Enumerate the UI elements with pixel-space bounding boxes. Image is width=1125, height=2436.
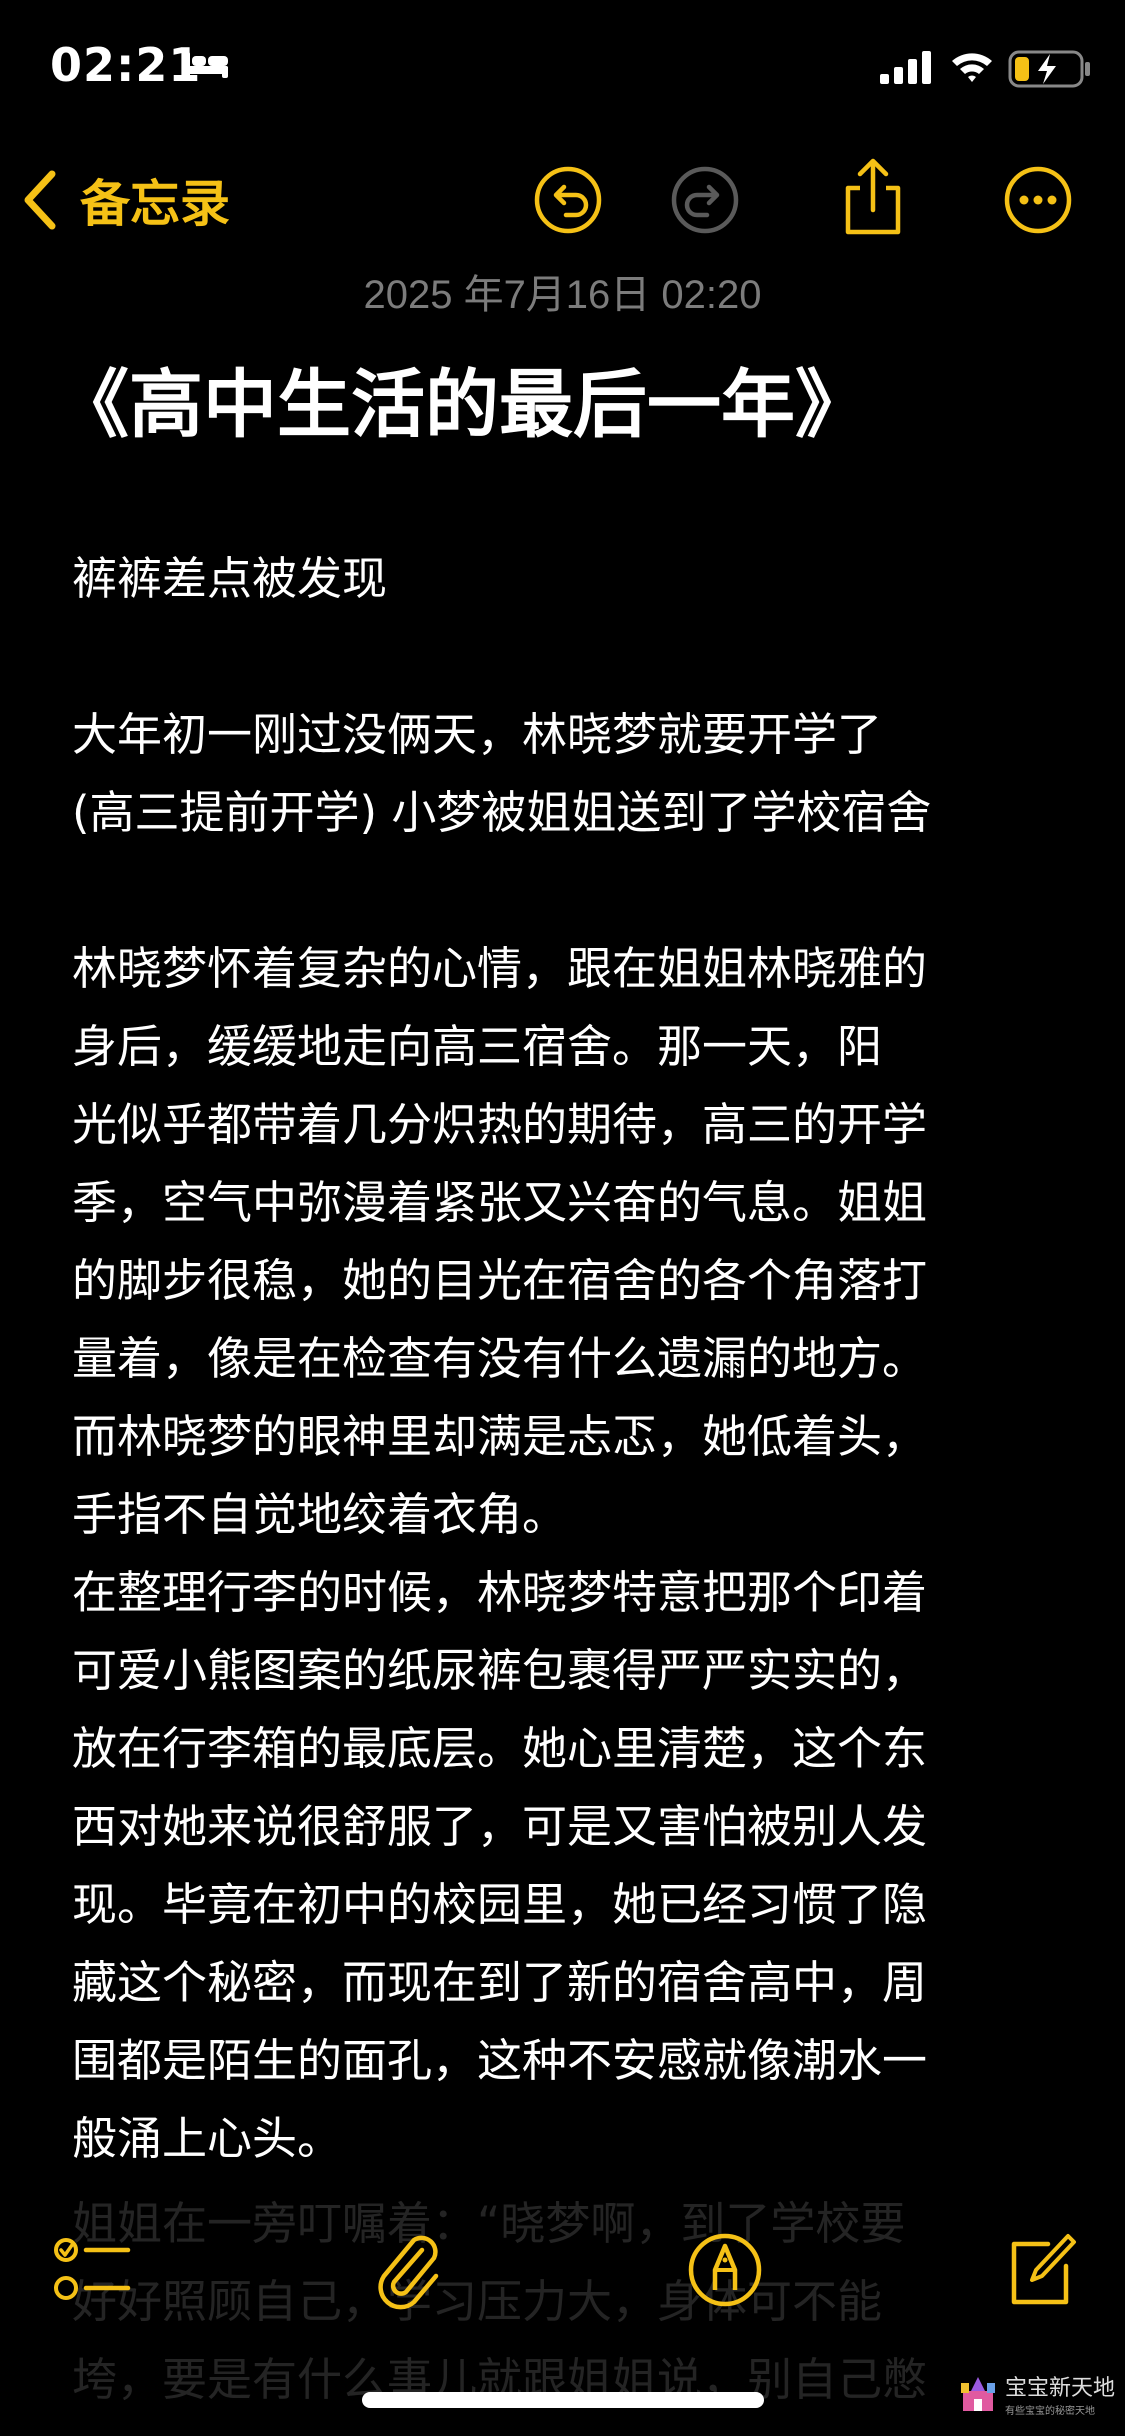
note-body[interactable]: 裤裤差点被发现 大年初一刚过没俩天，林晓梦就要开学了 (高三提前开学) 小梦被姐… <box>72 540 1082 2178</box>
note-title[interactable]: 《高中生活的最后一年》 <box>55 345 869 452</box>
bottom-toolbar <box>0 2220 1125 2340</box>
chevron-left-icon <box>24 170 56 230</box>
note-line: 量着，像是在检查有没有什么遗漏的地方。 <box>72 1332 928 1385</box>
battery-charging-icon <box>1008 50 1090 88</box>
wifi-icon <box>952 53 992 82</box>
note-line: 围都是陌生的面孔，这种不安感就像潮水一 <box>72 2034 928 2087</box>
note-date: 2025 年7月16日 02:20 <box>363 273 762 317</box>
note-line: 可爱小熊图案的纸尿裤包裹得严严实实的， <box>72 1644 928 1697</box>
bed-icon <box>182 52 228 78</box>
note-line: 林晓梦怀着复杂的心情，跟在姐姐林晓雅的 <box>72 942 928 995</box>
note-line: 身后，缓缓地走向高三宿舍。那一天，阳 <box>72 1020 883 1073</box>
note-line: (高三提前开学) 小梦被姐姐送到了学校宿舍 <box>72 786 932 839</box>
note-line: 而林晓梦的眼神里却满是忐忑，她低着头， <box>72 1410 928 1463</box>
markup-pen-icon[interactable] <box>685 2230 765 2310</box>
note-line: 的脚步很稳，她的目光在宿舍的各个角落打 <box>72 1254 928 1307</box>
note-line: 放在行李箱的最底层。她心里清楚，这个东 <box>72 1722 928 1775</box>
paperclip-icon[interactable] <box>370 2230 450 2310</box>
back-button[interactable]: 备忘录 <box>20 160 230 240</box>
note-line: 大年初一刚过没俩天，林晓梦就要开学了 <box>72 708 883 761</box>
share-icon[interactable] <box>838 158 908 236</box>
note-line: 般涌上心头。 <box>72 2112 343 2165</box>
nav-bar: 备忘录 <box>0 150 1125 250</box>
note-line: 裤裤差点被发现 <box>72 552 388 605</box>
note-line: 季，空气中弥漫着紧张又兴奋的气息。姐姐 <box>72 1176 928 1229</box>
watermark-subtext: 有些宝宝的秘密天地 <box>1004 2406 1095 2417</box>
back-label: 备忘录 <box>80 175 230 233</box>
note-line: 西对她来说很舒服了，可是又害怕被别人发 <box>72 1800 928 1853</box>
status-time: 02:21 <box>50 38 202 92</box>
undo-icon[interactable] <box>533 165 603 235</box>
redo-icon[interactable] <box>670 165 740 235</box>
note-line: 现。毕竟在初中的校园里，她已经习惯了隐 <box>72 1878 928 1931</box>
watermark-text-block: 宝宝新天地 有些宝宝的秘密天地 <box>1005 2370 1115 2417</box>
note-line: 在整理行李的时候，林晓梦特意把那个印着 <box>72 1566 928 1619</box>
checklist-icon[interactable] <box>52 2230 132 2310</box>
note-line: 藏这个秘密，而现在到了新的宿舍高中，周 <box>72 1956 928 2009</box>
compose-icon[interactable] <box>1000 2230 1080 2310</box>
more-icon[interactable] <box>1003 165 1073 235</box>
home-indicator[interactable] <box>362 2392 764 2408</box>
status-bar: 02:21 <box>0 0 1125 140</box>
castle-logo-icon <box>960 2376 995 2411</box>
note-line: 光似乎都带着几分炽热的期待，高三的开学 <box>72 1098 928 1151</box>
watermark-text: 宝宝新天地 <box>1004 2376 1115 2401</box>
signal-icon <box>880 51 931 84</box>
watermark: 宝宝新天地 有些宝宝的秘密天地 <box>957 2370 1115 2417</box>
note-line: 手指不自觉地绞着衣角。 <box>72 1488 568 1541</box>
